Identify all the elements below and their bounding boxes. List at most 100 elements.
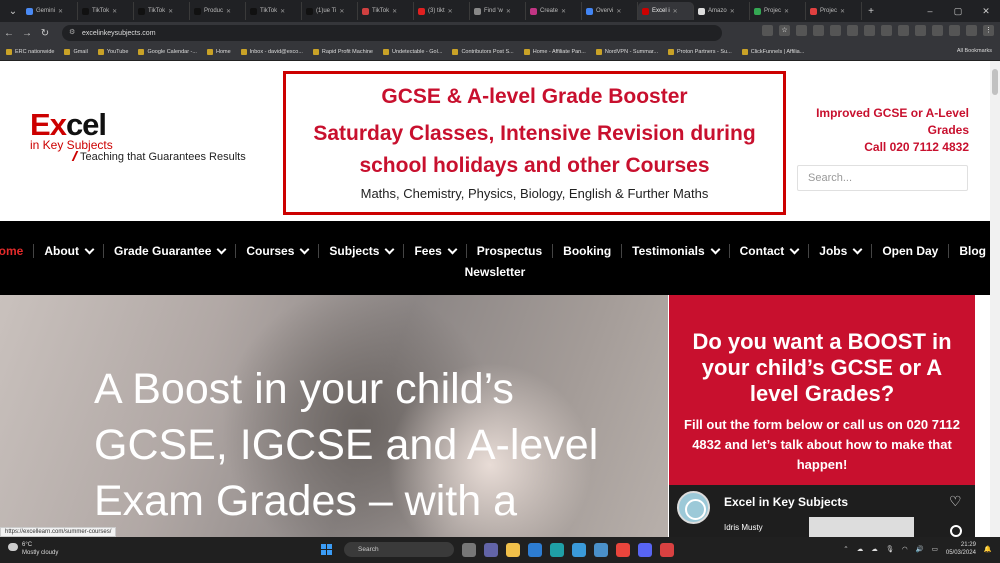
bookmark-item[interactable]: Undetectable - Gol... — [382, 49, 442, 55]
bookmark-item[interactable]: ERC nationwide — [6, 49, 54, 55]
forward-icon[interactable]: → — [18, 28, 36, 39]
fb-post-image[interactable] — [809, 517, 914, 537]
edge-icon[interactable] — [550, 543, 564, 557]
notification-bell-icon[interactable]: 🔔 — [984, 545, 992, 553]
edge-icon[interactable] — [572, 543, 586, 557]
tab-close-icon[interactable]: ✕ — [616, 8, 621, 15]
page-scrollbar[interactable] — [990, 61, 1000, 537]
browser-tab[interactable]: TikTok ✕ — [78, 2, 134, 20]
all-bookmarks-button[interactable]: All Bookmarks — [957, 48, 992, 54]
tab-close-icon[interactable]: ✕ — [448, 8, 453, 15]
file-explorer-icon[interactable] — [506, 543, 520, 557]
tab-close-icon[interactable]: ✕ — [673, 8, 678, 15]
tab-close-icon[interactable]: ✕ — [784, 8, 789, 15]
bookmark-item[interactable]: ClickFunnels | Affilia... — [741, 49, 804, 55]
nav-item-blog[interactable]: Blog — [949, 244, 990, 258]
close-icon[interactable]: ✕ — [972, 6, 1000, 17]
browser-tab[interactable]: TikTok ✕ — [358, 2, 414, 20]
bookmark-item[interactable]: Home — [206, 49, 231, 55]
zoom-icon[interactable] — [762, 25, 773, 36]
bookmark-item[interactable]: Contributors Post S... — [452, 49, 514, 55]
browser-tab[interactable]: Produc ✕ — [190, 2, 246, 20]
profile-avatar[interactable] — [966, 25, 977, 36]
windows-start-icon[interactable] — [321, 544, 332, 555]
scrollbar-thumb[interactable] — [992, 69, 998, 95]
heart-icon[interactable]: ♡ — [949, 493, 962, 510]
site-logo[interactable]: Excel in Key Subjects Teaching that Guar… — [30, 109, 246, 163]
browser-tab[interactable]: (3) tikt ✕ — [414, 2, 470, 20]
chevron-down-icon[interactable] — [710, 244, 721, 254]
browser-tab[interactable]: TikTok ✕ — [134, 2, 190, 20]
tab-close-icon[interactable]: ✕ — [392, 8, 397, 15]
nav-item-prospectus[interactable]: Prospectus — [467, 244, 554, 258]
minimize-icon[interactable]: – — [916, 6, 944, 16]
chevron-down-icon[interactable] — [216, 244, 227, 254]
speaker-icon[interactable]: 🔊 — [916, 545, 924, 553]
contact-phone[interactable]: Call 020 7112 4832 — [797, 139, 969, 156]
app-icon[interactable] — [660, 543, 674, 557]
nav-item-home[interactable]: Home — [0, 244, 35, 258]
extension-icon[interactable] — [864, 25, 875, 36]
browser-tab[interactable]: Create ✕ — [526, 2, 582, 20]
extension-icon[interactable] — [949, 25, 960, 36]
photos-icon[interactable] — [594, 543, 608, 557]
extension-icon[interactable] — [881, 25, 892, 36]
tab-close-icon[interactable]: ✕ — [280, 8, 285, 15]
nav-item-testimonials[interactable]: Testimonials — [622, 244, 730, 258]
chat-icon[interactable] — [484, 543, 498, 557]
tab-close-icon[interactable]: ✕ — [561, 8, 566, 15]
tab-close-icon[interactable]: ✕ — [226, 8, 231, 15]
bookmark-item[interactable]: Gmail — [64, 49, 88, 55]
onedrive-icon[interactable]: ☁ — [871, 545, 878, 553]
extension-icon[interactable] — [932, 25, 943, 36]
chevron-down-icon[interactable] — [84, 244, 95, 254]
battery-icon[interactable]: ▭ — [932, 545, 938, 553]
url-input[interactable]: ⚙ excelinkeysubjects.com — [62, 25, 722, 41]
chevron-down-icon[interactable] — [852, 244, 863, 254]
chrome-icon[interactable] — [616, 543, 630, 557]
menu-kebab-icon[interactable]: ⋮ — [983, 25, 994, 36]
tab-close-icon[interactable]: ✕ — [730, 8, 735, 15]
browser-tab[interactable]: (1)ue Ti ✕ — [302, 2, 358, 20]
tab-close-icon[interactable]: ✕ — [112, 8, 117, 15]
chevron-down-icon[interactable] — [299, 244, 310, 254]
nav-item-open-day[interactable]: Open Day — [872, 244, 950, 258]
extension-icon[interactable] — [847, 25, 858, 36]
tab-close-icon[interactable]: ✕ — [506, 8, 511, 15]
bookmark-item[interactable]: Home - Affiliate Pan... — [523, 49, 586, 55]
site-info-icon[interactable]: ⚙ — [69, 28, 75, 36]
nav-item-jobs[interactable]: Jobs — [809, 244, 873, 258]
task-view-icon[interactable] — [462, 543, 476, 557]
cloud-icon[interactable]: ☁ — [857, 545, 864, 553]
browser-tab[interactable]: Projec ✕ — [806, 2, 862, 20]
tab-close-icon[interactable]: ✕ — [168, 8, 173, 15]
extension-icon[interactable] — [830, 25, 841, 36]
browser-tab[interactable]: Find 'w ✕ — [470, 2, 526, 20]
bookmark-item[interactable]: Rapid Profit Machine — [312, 49, 373, 55]
taskbar-clock[interactable]: 21:29 05/03/2024 — [946, 541, 976, 557]
nav-item-newsletter[interactable]: Newsletter — [455, 265, 536, 279]
reload-icon[interactable]: ↻ — [36, 28, 54, 39]
browser-tab[interactable]: Overvi ✕ — [582, 2, 638, 20]
nav-item-contact[interactable]: Contact — [730, 244, 810, 258]
promo-banner[interactable]: GCSE & A-level Grade Booster Saturday Cl… — [283, 71, 786, 215]
back-icon[interactable]: ← — [0, 28, 18, 39]
facebook-widget[interactable]: Excel in Key Subjects Idris Musty ♡ — [669, 485, 975, 537]
bookmark-item[interactable]: Proton Partners - Su... — [668, 49, 732, 55]
tab-close-icon[interactable]: ✕ — [58, 8, 63, 15]
wifi-icon[interactable]: ◠ — [902, 545, 908, 553]
bookmark-star-icon[interactable]: ☆ — [779, 25, 790, 36]
browser-tab[interactable]: Gemini ✕ — [22, 2, 78, 20]
bookmark-item[interactable]: Inbox - david@exco... — [240, 49, 303, 55]
browser-tab[interactable]: Excel i ✕ — [638, 2, 694, 20]
store-icon[interactable] — [528, 543, 542, 557]
tab-search-icon[interactable]: ⌄ — [4, 6, 22, 17]
extension-icon[interactable] — [898, 25, 909, 36]
bookmark-item[interactable]: YouTube — [97, 49, 128, 55]
nav-item-subjects[interactable]: Subjects — [319, 244, 405, 258]
chevron-down-icon[interactable] — [789, 244, 800, 254]
discord-icon[interactable] — [638, 543, 652, 557]
tab-close-icon[interactable]: ✕ — [840, 8, 845, 15]
bookmark-item[interactable]: Google Calendar -... — [138, 49, 197, 55]
page-avatar[interactable] — [677, 491, 710, 524]
